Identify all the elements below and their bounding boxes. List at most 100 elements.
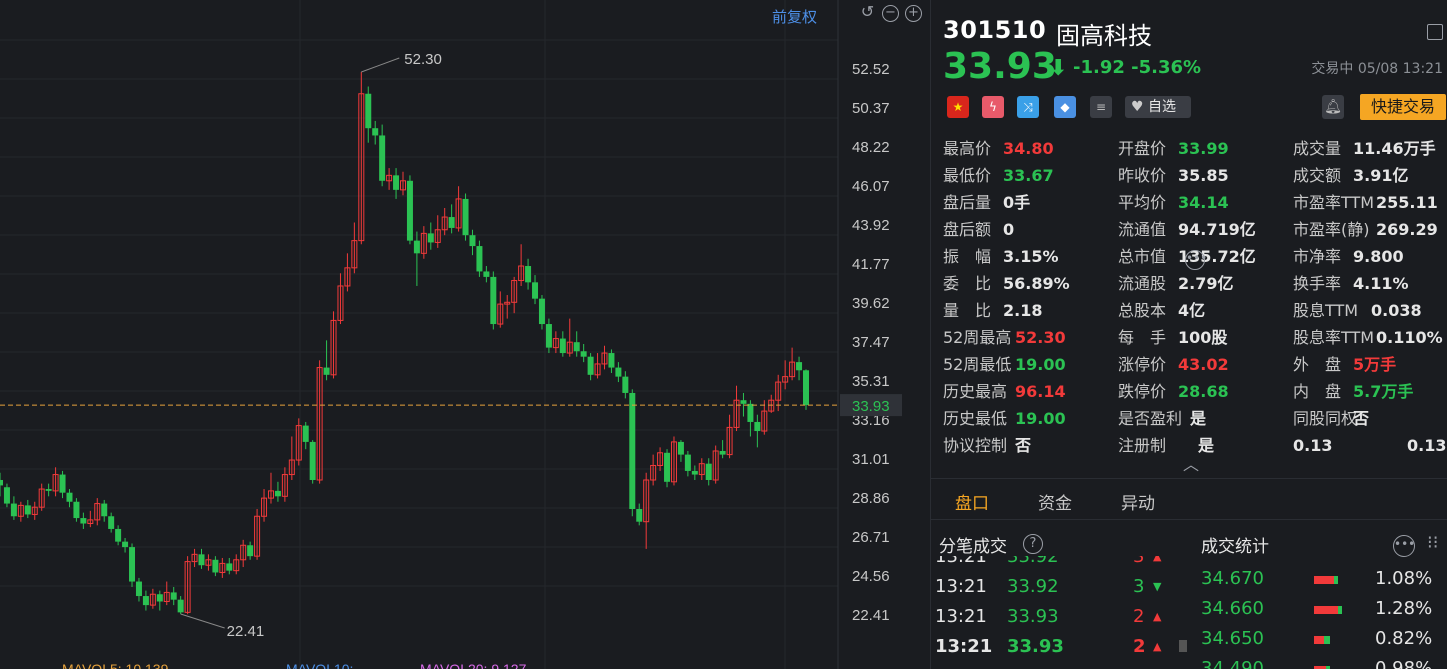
stat-label: 开盘价 [1118, 139, 1167, 158]
tab-fund[interactable]: 资金 [1038, 489, 1072, 514]
triangle-down-icon: ▼ [1153, 580, 1162, 593]
high-marker-line [361, 57, 400, 73]
stat-label: 总市值 [1118, 247, 1167, 266]
candle-body [573, 342, 580, 352]
note-icon[interactable]: ≡ [1090, 96, 1112, 118]
candle-body [448, 217, 455, 228]
more-stats-icon[interactable]: ••• [1393, 532, 1415, 557]
stat-label: 52周最低 [943, 355, 1012, 374]
tick-time: 13:21 [935, 556, 987, 567]
lightning-icon[interactable]: ϟ [982, 96, 1004, 118]
tick-time: 13:21 [935, 636, 993, 657]
stat-value: 3.91亿 [1353, 166, 1409, 185]
volstat-pct: 1.08% [1375, 568, 1433, 589]
stat-value: 19.00 [1015, 355, 1066, 374]
y-tick-label: 52.52 [852, 61, 890, 78]
kline-chart[interactable]: 52.52 50.37 48.22 46.07 43.92 41.77 39.62 37.47… [0, 0, 930, 669]
volstat-pct: 0.98% [1375, 658, 1433, 669]
stat-label: 0.13 [1293, 436, 1333, 455]
candle-body [115, 528, 122, 542]
tick-volume: 2 [1133, 636, 1146, 657]
stat-label: 内 盘 [1293, 382, 1342, 401]
favorite-label: 自选 [1148, 99, 1177, 115]
more-icon[interactable]: ••• [1185, 246, 1207, 270]
candle-body [677, 441, 684, 455]
adjust-toggle[interactable]: 前复权 [772, 6, 817, 27]
candle-body [365, 93, 372, 129]
candle-body [101, 503, 108, 517]
candle-body [80, 518, 87, 524]
tab-abnormal[interactable]: 异动 [1121, 489, 1155, 514]
volstat-bar [1314, 636, 1330, 644]
reset-icon[interactable]: ↺ [859, 4, 876, 22]
stat-label: 盘后额 [943, 220, 992, 239]
candle-body [629, 392, 636, 510]
collapse-icon[interactable]: ︿ [1183, 454, 1199, 476]
layout-icon[interactable] [1427, 24, 1443, 40]
candle-body [10, 503, 17, 517]
stat-value: 0.13 [1407, 436, 1447, 455]
stat-label: 换手率 [1293, 274, 1342, 293]
stat-value: 269.29 [1376, 220, 1438, 239]
stock-code: 301510 [943, 16, 1047, 44]
zoom-in-icon[interactable]: + [905, 5, 922, 22]
candle-body [691, 470, 698, 475]
ticks-title: 分笔成交 [939, 537, 1007, 557]
stat-value: 19.00 [1015, 409, 1066, 428]
y-tick-label: 24.56 [852, 568, 890, 585]
stat-value: 0.038 [1371, 301, 1422, 320]
stat-label: 成交额 [1293, 166, 1342, 185]
stat-label: 注册制 [1118, 436, 1167, 455]
volume-stats-list: 34.670 1.08% 34.660 1.28% 34.650 0.82% 34.490 0… [1201, 564, 1447, 669]
quick-trade-button[interactable]: 快捷交易 [1360, 94, 1446, 120]
candle-body [198, 554, 205, 566]
volstat-price: 34.490 [1201, 658, 1264, 669]
tick-time: 13:21 [935, 576, 987, 597]
candle-body [66, 492, 73, 502]
candle-body [59, 474, 66, 493]
y-tick-label: 39.62 [852, 295, 890, 312]
y-tick-label: 37.47 [852, 334, 890, 351]
shuffle-icon[interactable]: ⤨ [1017, 96, 1039, 118]
bell-icon[interactable]: 🔔︎ [1322, 95, 1344, 119]
low-marker-line [180, 613, 225, 629]
stat-label: 市净率 [1293, 247, 1342, 266]
tick-volume: 3 [1133, 556, 1145, 567]
china-flag-icon[interactable]: ★ [947, 96, 969, 118]
stat-value: 5万手 [1353, 355, 1397, 374]
quote-panel: 301510 固高科技 33.93 ⬇ -1.92 -5.36% 交易中 05/… [930, 0, 1447, 669]
candle-body [226, 563, 233, 571]
candle-body [622, 376, 629, 393]
tick-list[interactable]: 13:21 33.92 3 ▲ 13:21 33.92 3 ▼ 13:21 33.93 2 ▲ 13:2… [931, 556, 1191, 669]
stat-label: 最高价 [943, 139, 992, 158]
stat-value: 100股 [1178, 328, 1228, 347]
low-marker-label: 22.41 [227, 623, 265, 640]
candle-body [719, 450, 726, 455]
current-price: 33.93 [943, 46, 1057, 87]
help-icon[interactable]: ? [1023, 531, 1043, 554]
stat-value: 4亿 [1178, 301, 1206, 320]
add-favorite-button[interactable]: ♥ 自选 [1125, 96, 1191, 118]
tick-price: 33.92 [1007, 576, 1059, 597]
tab-pankou[interactable]: 盘口 [955, 489, 989, 514]
stat-label: 历史最高 [943, 382, 1008, 401]
candle-body [469, 235, 476, 247]
stat-label: 量 比 [943, 301, 992, 320]
stat-value: 35.85 [1178, 166, 1229, 185]
zoom-out-icon[interactable]: − [882, 5, 899, 22]
tick-volume: 3 [1133, 576, 1145, 597]
grid-icon[interactable]: ⁝⁝ [1427, 532, 1438, 554]
candle-body [3, 487, 10, 504]
tag-icon[interactable]: ◆ [1054, 96, 1076, 118]
change-abs: -1.92 [1073, 57, 1125, 78]
y-tick-label: 28.86 [852, 490, 890, 507]
tick-scrollbar[interactable] [1179, 640, 1187, 652]
stat-label: 涨停价 [1118, 355, 1167, 374]
candle-body [142, 596, 149, 606]
stat-label: 市盈率TTM [1293, 193, 1375, 212]
kline-chart-panel[interactable]: 52.52 50.37 48.22 46.07 43.92 41.77 39.62 37.47… [0, 0, 930, 669]
stat-value: 28.68 [1178, 382, 1229, 401]
candle-body [427, 233, 434, 243]
mavol-label: MAVOL20: 9.127 [420, 661, 527, 669]
stat-value: 4.11% [1353, 274, 1409, 293]
